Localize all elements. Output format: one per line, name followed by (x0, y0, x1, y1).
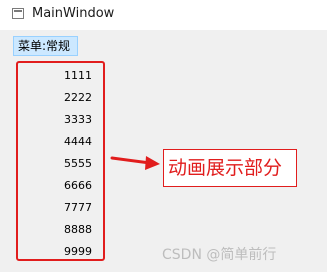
menu-general[interactable]: 菜单:常规 (13, 36, 78, 56)
window-icon (12, 8, 24, 19)
list-item[interactable]: 2222 (64, 91, 92, 105)
list-item[interactable]: 7777 (64, 201, 92, 215)
menu-bar: 菜单:常规 (0, 30, 327, 60)
list-item[interactable]: 3333 (64, 113, 92, 127)
list-item[interactable]: 6666 (64, 179, 92, 193)
annotation-box: 动画展示部分 (163, 149, 297, 187)
list-item[interactable]: 1111 (64, 69, 92, 83)
arrow-right-icon (110, 156, 160, 170)
list-item[interactable]: 5555 (64, 157, 92, 171)
list-item[interactable]: 4444 (64, 135, 92, 149)
title-bar: MainWindow (0, 0, 327, 30)
window-title: MainWindow (32, 6, 115, 21)
list-item[interactable]: 9999 (64, 245, 92, 259)
watermark: CSDN @简单前行 (162, 247, 277, 263)
list-widget[interactable]: 1111 2222 3333 4444 5555 6666 7777 8888 … (16, 61, 105, 261)
annotation-label: 动画展示部分 (168, 157, 283, 179)
main-window: MainWindow 菜单:常规 1111 2222 3333 4444 555… (0, 0, 327, 272)
list-item[interactable]: 8888 (64, 223, 92, 237)
